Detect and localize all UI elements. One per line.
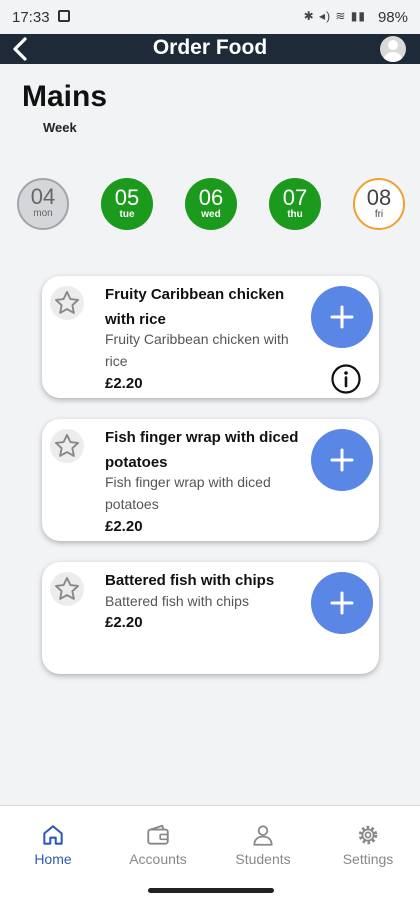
menu-item-card[interactable]: Battered fish with chips Battered fish w… (42, 562, 379, 674)
app-title: Order Food (152, 36, 268, 59)
status-bar: 17:33 ✱ ◂) ≋ ▮▮ 98% (0, 0, 420, 34)
media-icon (58, 10, 70, 22)
app-bar: Order Food (0, 34, 420, 64)
day-button-fri[interactable]: 08 fri (353, 178, 405, 230)
item-price: £2.20 (105, 375, 143, 392)
day-number: 07 (282, 185, 308, 210)
day-name: tue (119, 209, 135, 220)
star-icon (54, 433, 80, 457)
day-button-thu[interactable]: 07 thu (269, 178, 321, 230)
day-name: wed (201, 209, 221, 220)
day-name: mon (33, 208, 53, 219)
nav-home[interactable]: Home (8, 822, 98, 867)
avatar[interactable] (380, 36, 406, 62)
gear-icon (358, 825, 378, 845)
star-icon (54, 290, 80, 314)
add-to-order-button[interactable] (311, 572, 373, 634)
item-name: Fish finger wrap with diced potatoes (105, 429, 299, 471)
home-indicator[interactable] (148, 888, 274, 893)
day-button-tue[interactable]: 05 tue (101, 178, 153, 230)
item-description: Battered fish with chips (105, 593, 249, 609)
page-title: Mains (22, 80, 108, 113)
avatar-head (388, 40, 398, 50)
home-icon (43, 825, 63, 845)
item-name: Fruity Caribbean chicken with rice (105, 286, 285, 328)
nav-label: Home (34, 851, 72, 867)
day-name: thu (287, 209, 303, 220)
favourite-button[interactable] (50, 572, 84, 606)
nav-label: Settings (342, 851, 394, 867)
info-icon (331, 364, 361, 394)
plus-icon (330, 591, 354, 615)
item-price: £2.20 (105, 614, 143, 631)
plus-icon (330, 305, 354, 329)
bottom-nav: Home Accounts Students Settings (0, 805, 420, 900)
day-number: 04 (30, 184, 56, 209)
status-time: 17:33 (12, 9, 50, 26)
info-button[interactable] (330, 363, 362, 395)
item-description: Fruity Caribbean chicken with rice (105, 331, 289, 369)
add-to-order-button[interactable] (311, 429, 373, 491)
day-number: 05 (114, 185, 140, 210)
nav-accounts[interactable]: Accounts (113, 822, 203, 867)
day-name: fri (374, 209, 384, 220)
plus-icon (330, 448, 354, 472)
person-icon (253, 825, 273, 846)
avatar-body (383, 52, 403, 62)
favourite-button[interactable] (50, 286, 84, 320)
day-button-mon[interactable]: 04 mon (17, 178, 69, 230)
menu-item-card[interactable]: Fruity Caribbean chicken with rice Fruit… (42, 276, 379, 398)
menu-item-card[interactable]: Fish finger wrap with diced potatoes Fis… (42, 419, 379, 541)
item-price: £2.20 (105, 518, 143, 535)
nav-label: Accounts (129, 851, 187, 867)
nav-label: Students (235, 851, 291, 867)
favourite-button[interactable] (50, 429, 84, 463)
item-description: Fish finger wrap with diced potatoes (105, 474, 271, 512)
battery-level: 98% (377, 9, 408, 26)
day-number: 08 (366, 185, 392, 210)
nav-students[interactable]: Students (218, 822, 308, 867)
wallet-icon (147, 824, 169, 845)
day-button-wed[interactable]: 06 wed (185, 178, 237, 230)
add-to-order-button[interactable] (311, 286, 373, 348)
page-subtitle: Week (43, 120, 77, 135)
nav-settings[interactable]: Settings (323, 822, 413, 867)
day-number: 06 (198, 185, 224, 210)
star-icon (54, 576, 80, 600)
status-icons: ✱ ◂) ≋ ▮▮ (303, 9, 366, 23)
